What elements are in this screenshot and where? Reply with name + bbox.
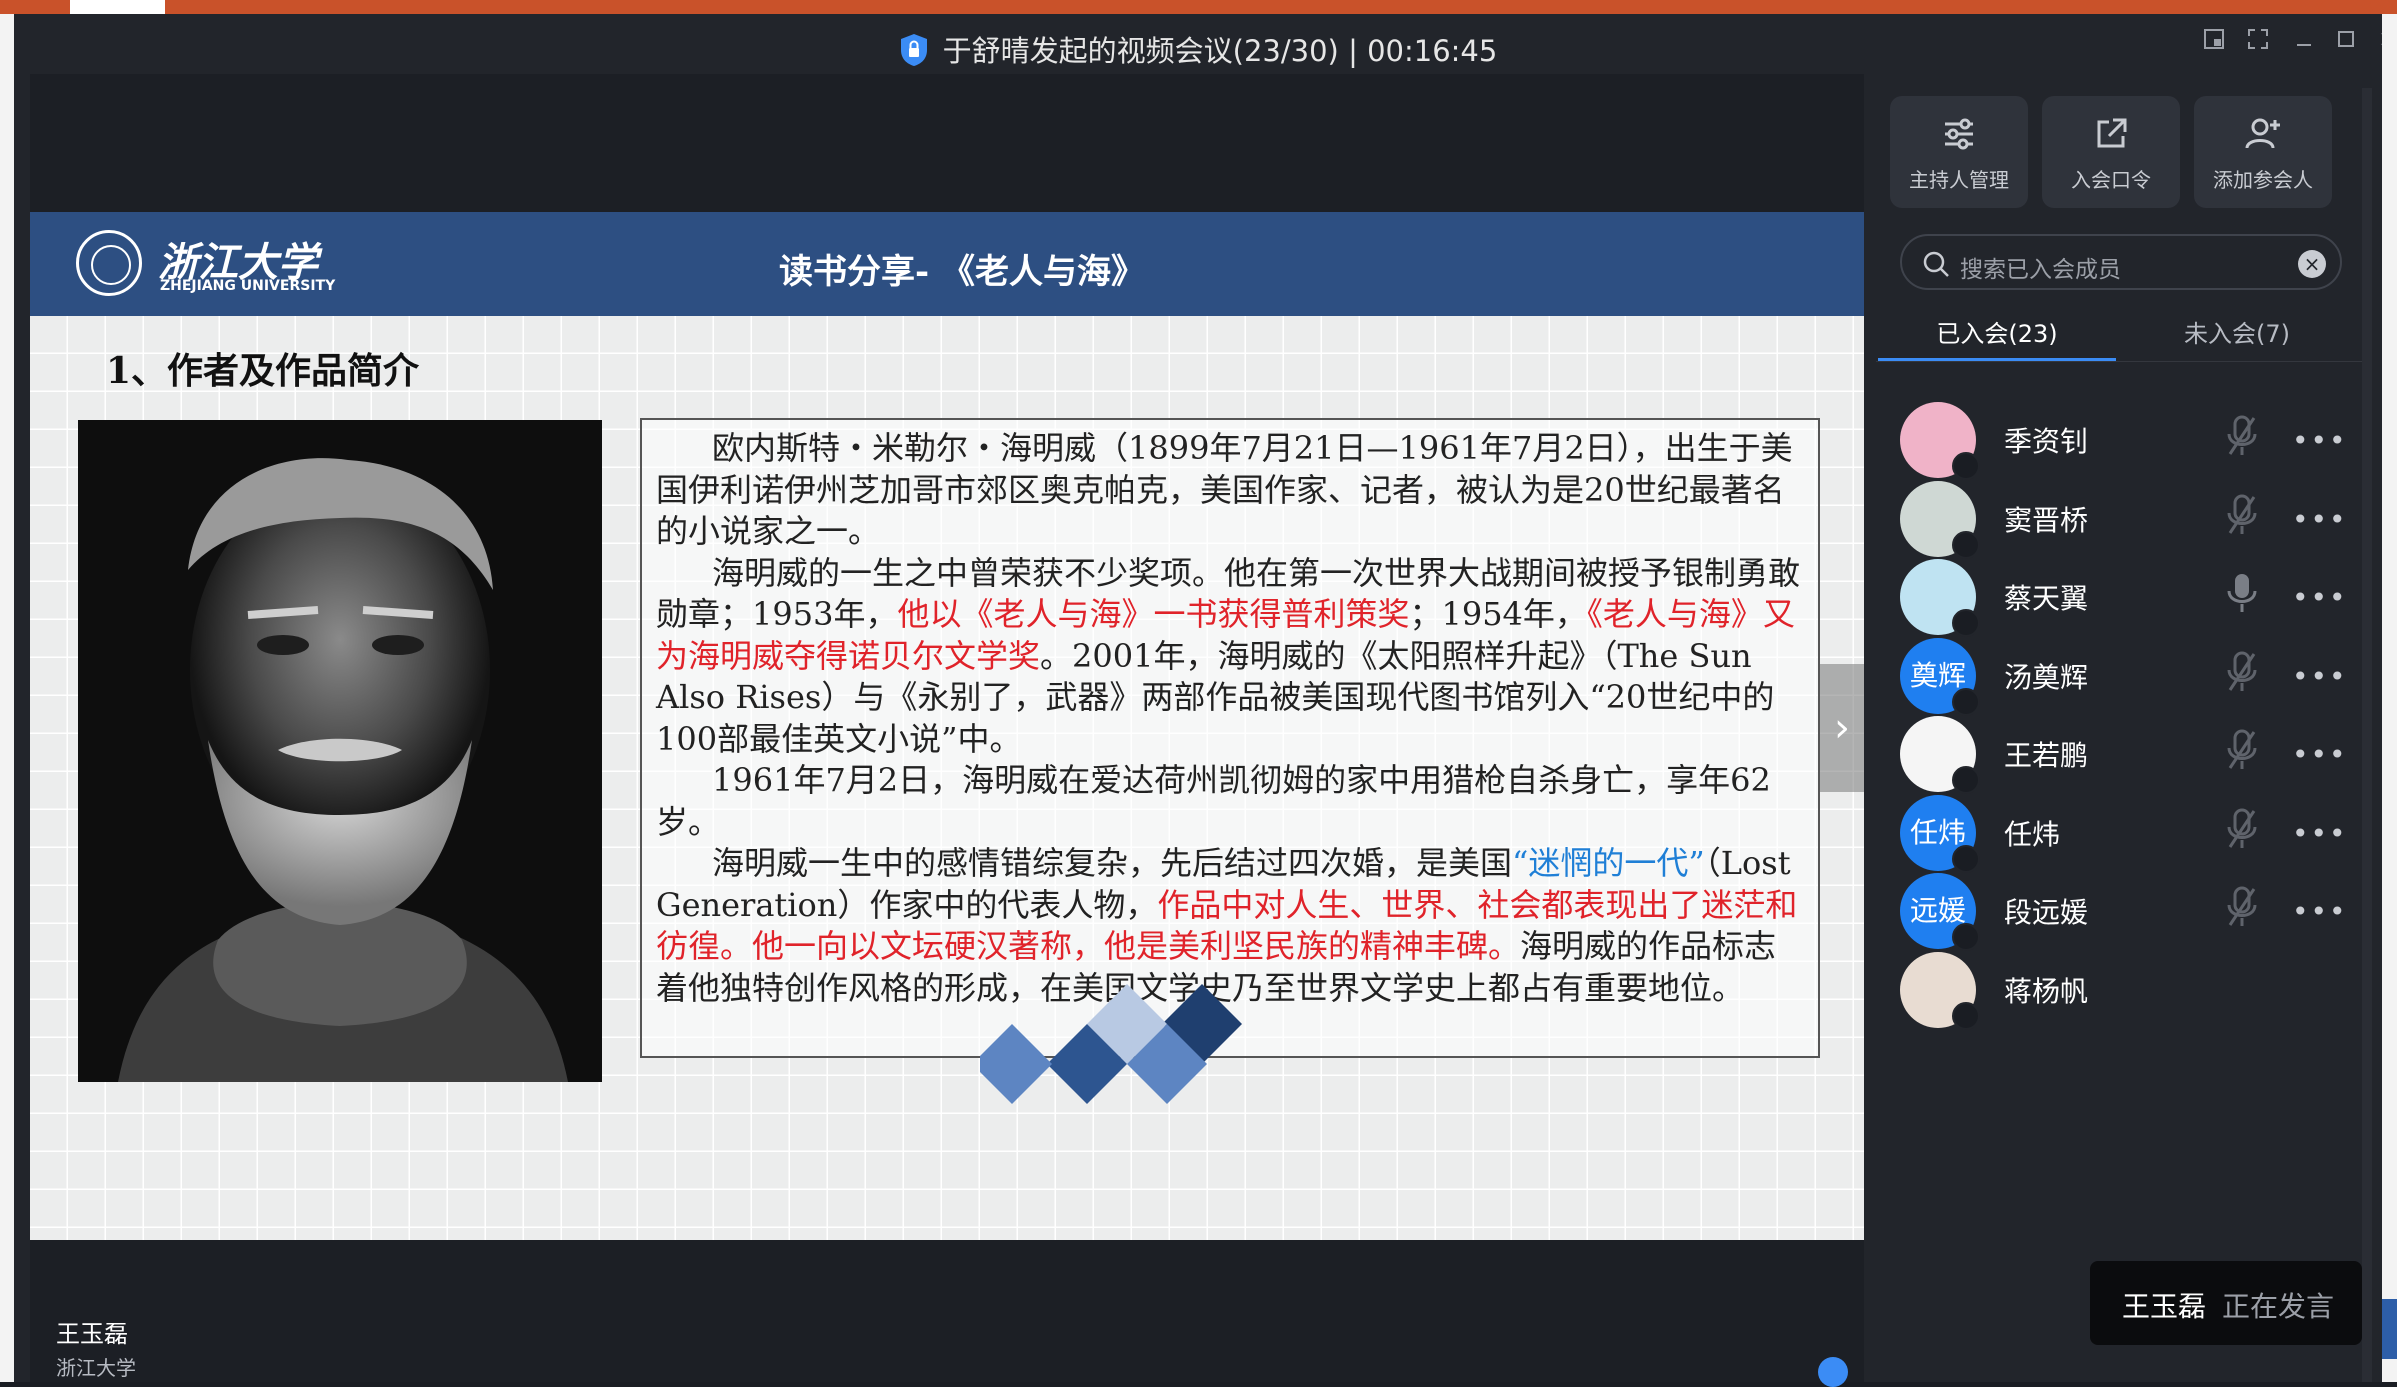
search-icon [1923, 251, 1949, 277]
more-options-icon[interactable]: ••• [2292, 738, 2348, 771]
member-search-field[interactable]: 搜索已入会成员 × [1900, 234, 2342, 290]
participant-name: 任炜 [2004, 817, 2061, 851]
mini-mic-icon [1952, 687, 1980, 716]
section-heading: 1、作者及作品简介 [106, 350, 420, 392]
background-window-edge [0, 14, 14, 1382]
tab-divider [1876, 361, 2366, 362]
mini-mic-icon [1952, 1001, 1980, 1030]
sliders-icon [1945, 118, 1973, 150]
decorative-diamonds [980, 984, 1242, 1104]
mini-mic-icon [1952, 844, 1980, 873]
participant-avatar-wrap [1900, 480, 1980, 559]
secure-lock-icon [900, 34, 927, 66]
participant-name: 蒋杨帆 [2004, 974, 2089, 1008]
clear-search-icon[interactable]: × [2298, 250, 2326, 278]
shared-screen-area: 浙江大学 ZHEJIANG UNIVERSITY 读书分享- 《老人与海》 1、… [30, 74, 1864, 1387]
host-manage-label: 主持人管理 [1909, 168, 2009, 192]
tab-not-joined[interactable]: 未入会(7) [2118, 314, 2356, 349]
meeting-window: 于舒晴发起的视频会议(23/30) | 00:16:45 浙江大学 ZHEJIA… [14, 14, 2395, 1387]
tab-joined[interactable]: 已入会(23) [1878, 314, 2116, 349]
bio-text: 海明威一生中的感情错综复杂，先后结过四次婚，是美国 [712, 844, 1513, 882]
participant-name: 季资钊 [2004, 425, 2089, 458]
bio-paragraph-2: 海明威的一生之中曾荣获不少奖项。他在第一次世界大战期间被授予银制勇敢勋章；195… [656, 553, 1804, 761]
participant-name: 汤奠辉 [2004, 660, 2089, 694]
speaking-indicator: 王玉磊 正在发言 [2090, 1261, 2362, 1345]
bio-paragraph-1: 欧内斯特・米勒尔・海明威（1899年7月21日—1961年7月2日），出生于美国… [656, 429, 1793, 550]
taskbar-strip [0, 0, 2397, 14]
add-user-icon [2245, 118, 2280, 149]
microphone-muted-icon[interactable] [2224, 807, 2260, 855]
more-options-icon[interactable]: ••• [2292, 895, 2348, 928]
more-options-icon[interactable]: ••• [2292, 503, 2348, 536]
microphone-muted-icon[interactable] [2224, 728, 2260, 776]
microphone-muted-icon[interactable] [2224, 885, 2260, 933]
slide-header-band: 浙江大学 ZHEJIANG UNIVERSITY 读书分享- 《老人与海》 [30, 212, 1864, 316]
background-window-edge-right [2382, 14, 2397, 1382]
more-options-icon[interactable]: ••• [2292, 817, 2348, 850]
add-participant-button[interactable]: 添加参会人 [2194, 96, 2332, 208]
more-options-icon[interactable]: ••• [2292, 660, 2348, 693]
speaking-status: 正在发言 [2222, 1290, 2335, 1323]
mini-mic-icon [1952, 766, 1980, 794]
join-password-label: 入会口令 [2071, 168, 2151, 192]
participant-name: 蔡天翼 [2004, 582, 2089, 615]
taskbar-tab [70, 0, 165, 14]
participant-name: 窦晋桥 [2004, 503, 2089, 537]
participant-name: 王若鹏 [2004, 739, 2089, 772]
add-participant-label: 添加参会人 [2213, 168, 2313, 192]
share-link-icon [2097, 118, 2127, 148]
participant-avatar-wrap: 奠辉 [1900, 637, 1980, 716]
participant-avatar-wrap [1900, 716, 1980, 794]
next-page-button[interactable]: › [1820, 664, 1864, 792]
minimize-icon[interactable] [2284, 28, 2324, 62]
speaker-name: 王玉磊 [56, 1320, 128, 1348]
hemingway-portrait [78, 420, 602, 1082]
layout-icon[interactable] [2194, 28, 2234, 62]
background-app-fragment [2382, 1299, 2397, 1359]
more-options-icon[interactable]: ••• [2292, 424, 2348, 457]
participant-name: 段远媛 [2004, 896, 2089, 929]
microphone-muted-icon[interactable] [2224, 414, 2260, 462]
microphone-icon[interactable] [2224, 571, 2260, 619]
participant-avatar-wrap: 远媛 [1900, 873, 1980, 951]
mini-mic-icon [1952, 530, 1980, 559]
slide-title: 读书分享- 《老人与海》 [779, 252, 1145, 292]
more-options-icon[interactable]: ••• [2292, 581, 2348, 614]
participant-avatar-wrap [1900, 559, 1980, 637]
host-manage-button[interactable]: 主持人管理 [1890, 96, 2028, 208]
fullscreen-icon[interactable] [2238, 28, 2278, 62]
microphone-muted-icon[interactable] [2224, 493, 2260, 541]
bio-paragraph-3: 1961年7月2日，海明威在爱达荷州凯彻姆的家中用猎枪自杀身亡，享年62岁。 [656, 761, 1771, 841]
speaker-organization: 浙江大学 [56, 1356, 136, 1380]
bio-highlight-blue: “迷惘的一代” [1512, 844, 1705, 882]
speaking-name: 王玉磊 [2122, 1290, 2207, 1323]
participants-panel: 主持人管理 入会口令 添加参会人 搜索已入会成员 × 已入会(23) 未入会(7… [1876, 74, 2382, 1382]
join-password-button[interactable]: 入会口令 [2042, 96, 2180, 208]
microphone-muted-icon[interactable] [2224, 650, 2260, 698]
presentation-slide: 浙江大学 ZHEJIANG UNIVERSITY 读书分享- 《老人与海》 1、… [30, 212, 1864, 1240]
maximize-icon[interactable] [2326, 28, 2366, 62]
bio-highlight-red: 他以《老人与海》一书获得普利策奖 [897, 595, 1410, 633]
participant-avatar-wrap: 任炜 [1900, 794, 1980, 873]
participant-avatar-wrap [1900, 402, 1980, 480]
window-title: 于舒晴发起的视频会议(23/30) | 00:16:45 [14, 28, 2382, 70]
mini-mic-icon [1952, 452, 1980, 480]
mini-mic-icon [1952, 923, 1980, 951]
window-title-text: 于舒晴发起的视频会议(23/30) | 00:16:45 [942, 34, 1498, 68]
search-placeholder: 搜索已入会成员 [1960, 257, 2121, 283]
bio-text: ；1954年， [1409, 595, 1587, 633]
participant-avatar-wrap [1900, 951, 1980, 1030]
title-bar: 于舒晴发起的视频会议(23/30) | 00:16:45 [14, 14, 2395, 74]
chat-bubble-icon[interactable] [1818, 1357, 1848, 1387]
panel-scrollbar[interactable] [2362, 88, 2372, 1382]
participant-row[interactable]: 蒋杨帆 [1876, 951, 2366, 1072]
mini-mic-icon [1952, 609, 1980, 637]
